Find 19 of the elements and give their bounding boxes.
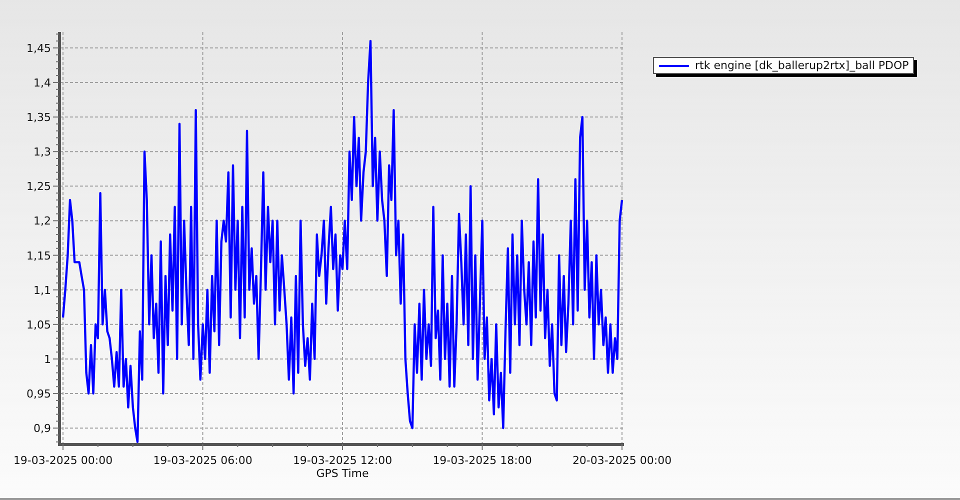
y-tick-label: 1,3 — [34, 146, 51, 159]
x-tick-label: 19-03-2025 18:00 — [432, 454, 532, 467]
legend-label: rtk engine [dk_ballerup2rtx]_ball PDOP — [695, 59, 909, 72]
y-tick-label: 1,35 — [26, 111, 51, 124]
y-tick-label: 0,9 — [34, 422, 51, 436]
y-tick-label: 1,45 — [26, 42, 51, 55]
y-tick-label: 1,1 — [34, 284, 51, 297]
x-tick-label: 19-03-2025 12:00 — [292, 454, 392, 467]
y-tick-label: 1,05 — [26, 318, 51, 332]
y-tick-label: 1 — [44, 352, 51, 366]
x-axis-title: GPS Time — [316, 467, 369, 480]
x-tick-label: 19-03-2025 06:00 — [153, 454, 252, 467]
y-tick-label: 1,15 — [26, 249, 51, 262]
x-tick-label: 19-03-2025 00:00 — [13, 454, 113, 467]
x-tick-label: 20-03-2025 00:00 — [572, 454, 672, 467]
y-tick-label: 1,25 — [26, 180, 51, 194]
y-tick-label: 0,95 — [26, 388, 51, 401]
y-tick-label: 1,2 — [34, 214, 51, 228]
y-tick-label: 1,4 — [34, 76, 51, 90]
